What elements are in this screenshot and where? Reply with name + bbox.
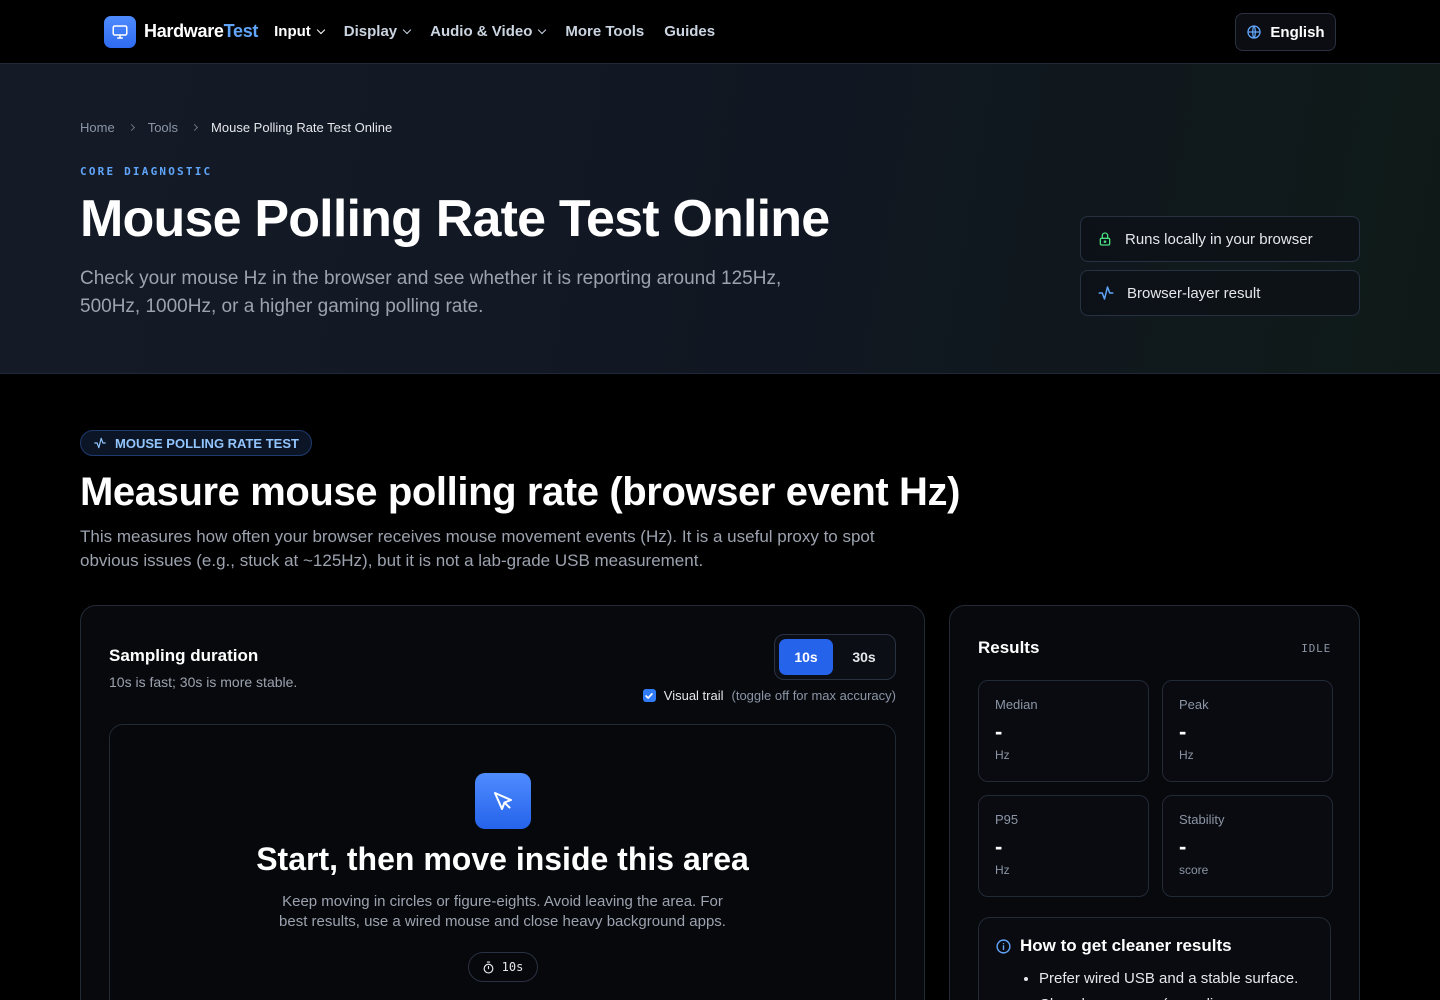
nav-item-label: Display [343,23,398,40]
stats-grid: Median - Hz Peak - Hz P95 - Hz Stability… [978,680,1333,897]
nav-item-display[interactable]: Display [343,23,412,40]
stat-label: P95 [995,812,1019,827]
globe-icon [1247,25,1262,39]
activity-icon [1098,286,1114,300]
language-button[interactable]: English [1235,13,1336,51]
timer-badge: 10s [467,952,538,982]
sampling-area[interactable]: Start, then move inside this area Keep m… [109,724,896,1000]
logo-accent: Test [223,21,259,41]
breadcrumb-current: Mouse Polling Rate Test Online [211,120,393,135]
chevron-down-icon [538,25,547,35]
stat-unit: Hz [995,863,1010,877]
visual-trail-note: (toggle off for max accuracy) [731,688,897,703]
stat-unit: score [1179,863,1209,877]
chevron-down-icon [402,25,412,35]
pill-label: MOUSE POLLING RATE TEST [115,435,299,451]
tips-box: How to get cleaner results Prefer wired … [978,917,1331,1000]
main-section: MOUSE POLLING RATE TEST Measure mouse po… [0,374,1440,1000]
nav-item-input[interactable]: Input [274,23,326,40]
stat-value: - [995,719,1003,744]
list-item: Close heavy apps (recording, game, [1039,992,1314,1000]
nav-item-more-tools[interactable]: More Tools [565,23,644,40]
sampling-area-description: Keep moving in circles or figure-eights.… [279,893,726,930]
visual-trail-label: Visual trail [663,688,724,703]
stat-peak: Peak - Hz [1162,680,1333,782]
badge-label: Browser-layer result [1127,284,1261,302]
stat-unit: Hz [995,748,1010,762]
breadcrumb-home[interactable]: Home [80,120,115,135]
section-pill: MOUSE POLLING RATE TEST [80,430,312,456]
stat-value: - [1179,719,1187,744]
stat-label: Median [995,697,1038,712]
sampling-area-title: Start, then move inside this area [256,841,749,877]
stat-value: - [995,834,1003,859]
results-card: Results IDLE Median - Hz Peak - Hz P95 -… [949,605,1360,1000]
chevron-down-icon [316,25,326,35]
nav-item-audio-video[interactable]: Audio & Video [430,23,547,40]
stat-stability: Stability - score [1162,795,1333,897]
visual-trail-toggle[interactable]: Visual trail (toggle off for max accurac… [642,688,897,703]
stat-unit: Hz [1179,748,1194,762]
timer-value: 10s [501,960,524,974]
list-item: Prefer wired USB and a stable surface. [1039,966,1314,992]
status-badge: IDLE [1301,641,1331,655]
duration-selector: 10s 30s [774,634,896,680]
info-icon [996,938,1011,954]
nav-item-label: Guides [664,23,716,40]
activity-icon [94,437,106,449]
tool-grid: Sampling duration 10s is fast; 30s is mo… [80,605,1360,1000]
tips-list: Prefer wired USB and a stable surface. C… [995,966,1314,1000]
logo[interactable]: HardwareTest [104,15,258,48]
section-description: This measures how often your browser rec… [80,527,875,570]
cursor-icon [474,773,531,829]
monitor-icon [104,15,136,48]
tips-header: How to get cleaner results [995,936,1314,956]
visual-trail-checkbox[interactable] [642,689,656,702]
hero: Home Tools Mouse Polling Rate Test Onlin… [0,64,1440,374]
nav-item-label: Input [274,23,311,40]
chevron-right-icon [191,123,199,132]
breadcrumb-tools[interactable]: Tools [148,120,178,135]
nav-item-label: More Tools [565,23,645,40]
duration-10s-button[interactable]: 10s [779,639,833,675]
logo-text: HardwareTest [144,21,258,42]
badge-local: Runs locally in your browser [1080,216,1360,262]
lock-icon [1099,232,1111,246]
stat-p95: P95 - Hz [978,795,1149,897]
tips-title: How to get cleaner results [1020,936,1232,955]
duration-30s-button[interactable]: 30s [837,639,891,675]
stat-value: - [1179,834,1187,859]
language-label: English [1270,23,1325,41]
eyebrow: CORE DIAGNOSTIC [80,165,213,178]
page-subtitle: Check your mouse Hz in the browser and s… [80,267,782,317]
badge-browser-layer: Browser-layer result [1080,270,1360,316]
nav-item-guides[interactable]: Guides [664,23,715,40]
stat-median: Median - Hz [978,680,1149,782]
sampling-card: Sampling duration 10s is fast; 30s is mo… [80,605,925,1000]
stopwatch-icon [483,960,494,974]
results-title: Results [978,638,1040,657]
chevron-right-icon [127,123,135,132]
stat-label: Peak [1179,697,1209,712]
logo-main: Hardware [144,21,224,41]
badge-label: Runs locally in your browser [1125,230,1313,248]
stat-label: Stability [1179,812,1225,827]
hero-badges: Runs locally in your browser Browser-lay… [1080,216,1360,316]
breadcrumb: Home Tools Mouse Polling Rate Test Onlin… [80,120,1360,135]
results-header: Results IDLE [978,638,1331,658]
nav-links: Input Display Audio & Video More Tools G… [274,23,715,40]
check-icon [645,692,654,699]
top-nav: HardwareTest Input Display Audio & Video… [0,0,1440,64]
section-title: Measure mouse polling rate (browser even… [80,470,960,514]
nav-item-label: Audio & Video [430,23,533,40]
